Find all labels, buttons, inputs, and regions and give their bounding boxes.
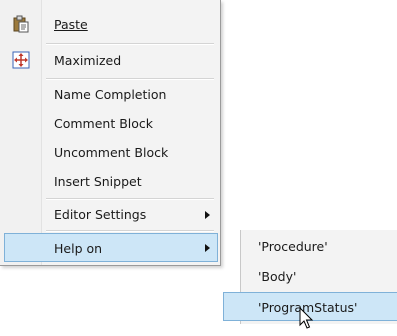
menu-item-label: Name Completion <box>54 87 167 102</box>
menu-item-insert-snippet[interactable]: Insert Snippet <box>0 167 220 196</box>
context-menu-screen: Paste Maximized Name Completion Comment … <box>0 0 397 336</box>
submenu-item-label: 'Body' <box>258 269 297 284</box>
menu-item-help-on[interactable]: Help on <box>4 233 218 262</box>
menu-item-label: Maximized <box>54 53 122 68</box>
context-menu: Paste Maximized Name Completion Comment … <box>0 0 221 266</box>
submenu-item-procedure[interactable]: 'Procedure' <box>241 232 397 261</box>
help-submenu: 'Procedure' 'Body' 'ProgramStatus' <box>223 230 397 324</box>
maximize-arrows-icon <box>12 51 30 69</box>
clipboard-paste-icon <box>13 15 29 33</box>
menu-item-name-completion[interactable]: Name Completion <box>0 80 220 109</box>
menu-item-label: Help on <box>54 241 103 256</box>
menu-item-uncomment-block[interactable]: Uncomment Block <box>0 138 220 167</box>
menu-separator <box>46 43 214 45</box>
menu-item-label: Paste <box>54 17 88 32</box>
submenu-arrow-icon <box>205 211 210 219</box>
menu-item-paste[interactable]: Paste <box>0 10 220 39</box>
menu-separator <box>46 230 214 232</box>
submenu-item-label: 'Procedure' <box>258 239 328 254</box>
arrow-cursor-icon <box>299 307 314 329</box>
menu-item-label: Editor Settings <box>54 207 147 222</box>
menu-item-label: Comment Block <box>54 116 154 131</box>
menu-item-label: Insert Snippet <box>54 174 142 189</box>
menu-item-editor-settings[interactable]: Editor Settings <box>0 200 220 229</box>
menu-item-comment-block[interactable]: Comment Block <box>0 109 220 138</box>
submenu-item-body[interactable]: 'Body' <box>241 262 397 291</box>
submenu-arrow-icon <box>205 244 210 252</box>
menu-item-label: Uncomment Block <box>54 145 169 160</box>
menu-item-maximized[interactable]: Maximized <box>0 46 220 75</box>
